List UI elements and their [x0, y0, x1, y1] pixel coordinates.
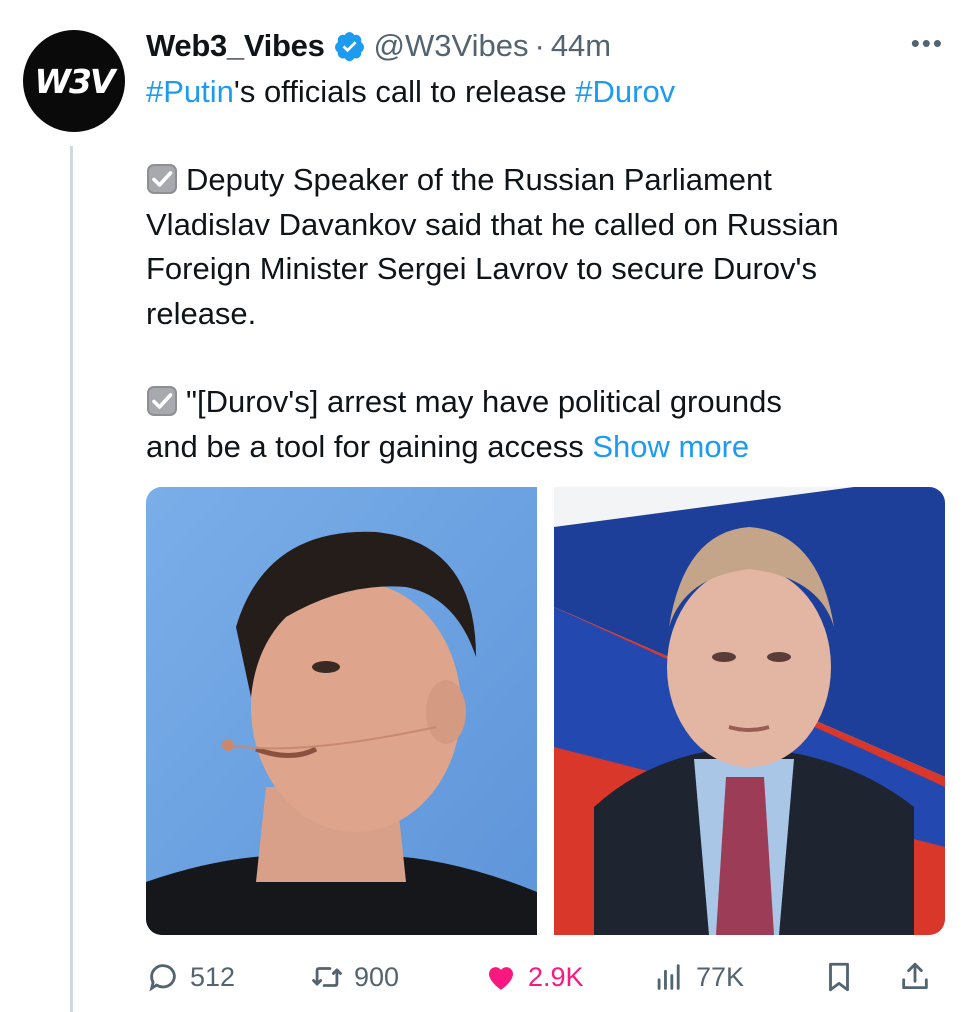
display-name[interactable]: Web3_Vibes: [146, 28, 325, 64]
user-handle[interactable]: @W3Vibes: [374, 28, 529, 64]
bookmark-icon: [829, 962, 849, 992]
share-icon: [902, 962, 928, 990]
ballot-box-with-check-icon: [147, 386, 177, 416]
hashtag-putin[interactable]: #Putin: [146, 74, 234, 109]
media-grid: [146, 487, 945, 935]
tweet-paragraph-1: Deputy Speaker of the Russian Parliament…: [146, 158, 946, 336]
heart-filled-icon: [488, 967, 514, 990]
paragraph-1-line-2: Vladislav Davankov said that he called o…: [146, 206, 839, 242]
paragraph-1-line-4: release.: [146, 295, 257, 331]
avatar-logo-text: W3V: [34, 61, 116, 101]
paragraph-1-line-1: Deputy Speaker of the Russian Parliament: [186, 162, 772, 197]
view-count: 77K: [696, 961, 745, 992]
like-count: 2.9K: [528, 961, 584, 992]
share-button[interactable]: [898, 953, 942, 1001]
views-chart-icon: [657, 964, 680, 990]
action-bar: 512 900 2.9K 77K: [146, 953, 946, 1001]
durov-photo-illustration: [146, 487, 537, 935]
hashtag-durov[interactable]: #Durov: [575, 74, 675, 109]
headline-text: 's officials call to release: [233, 74, 576, 109]
repost-icon: [312, 967, 342, 987]
reply-count: 512: [190, 961, 236, 992]
repost-count: 900: [354, 961, 400, 992]
tweet-headline: #Putin's officials call to release #Duro…: [146, 70, 946, 115]
more-options-icon[interactable]: •••: [911, 28, 944, 59]
verified-badge-icon: [334, 31, 364, 61]
like-button[interactable]: 2.9K: [484, 953, 584, 1001]
avatar[interactable]: W3V: [23, 30, 125, 132]
separator-dot: ·: [534, 28, 545, 63]
paragraph-1-line-3: Foreign Minister Sergei Lavrov to secure…: [146, 251, 817, 286]
repost-button[interactable]: 900: [310, 953, 399, 1001]
putin-photo[interactable]: [554, 487, 945, 935]
ballot-box-with-check-icon: [147, 164, 177, 194]
paragraph-2-line-1: "[Durov's] arrest may have political gro…: [186, 384, 782, 419]
timestamp[interactable]: 44m: [551, 28, 611, 64]
putin-photo-illustration: [554, 487, 945, 935]
show-more-link[interactable]: Show more: [592, 429, 749, 464]
tweet-paragraph-2: "[Durov's] arrest may have political gro…: [146, 380, 946, 469]
reply-button[interactable]: 512: [146, 953, 235, 1001]
thread-line: [70, 146, 73, 1012]
reply-icon: [149, 964, 176, 992]
views-button[interactable]: 77K: [652, 953, 744, 1001]
paragraph-2-line-2: and be a tool for gaining access: [146, 428, 593, 464]
durov-photo[interactable]: [146, 487, 537, 935]
bookmark-button[interactable]: [822, 953, 866, 1001]
tweet-header: Web3_Vibes @W3Vibes · 44m •••: [146, 24, 948, 68]
